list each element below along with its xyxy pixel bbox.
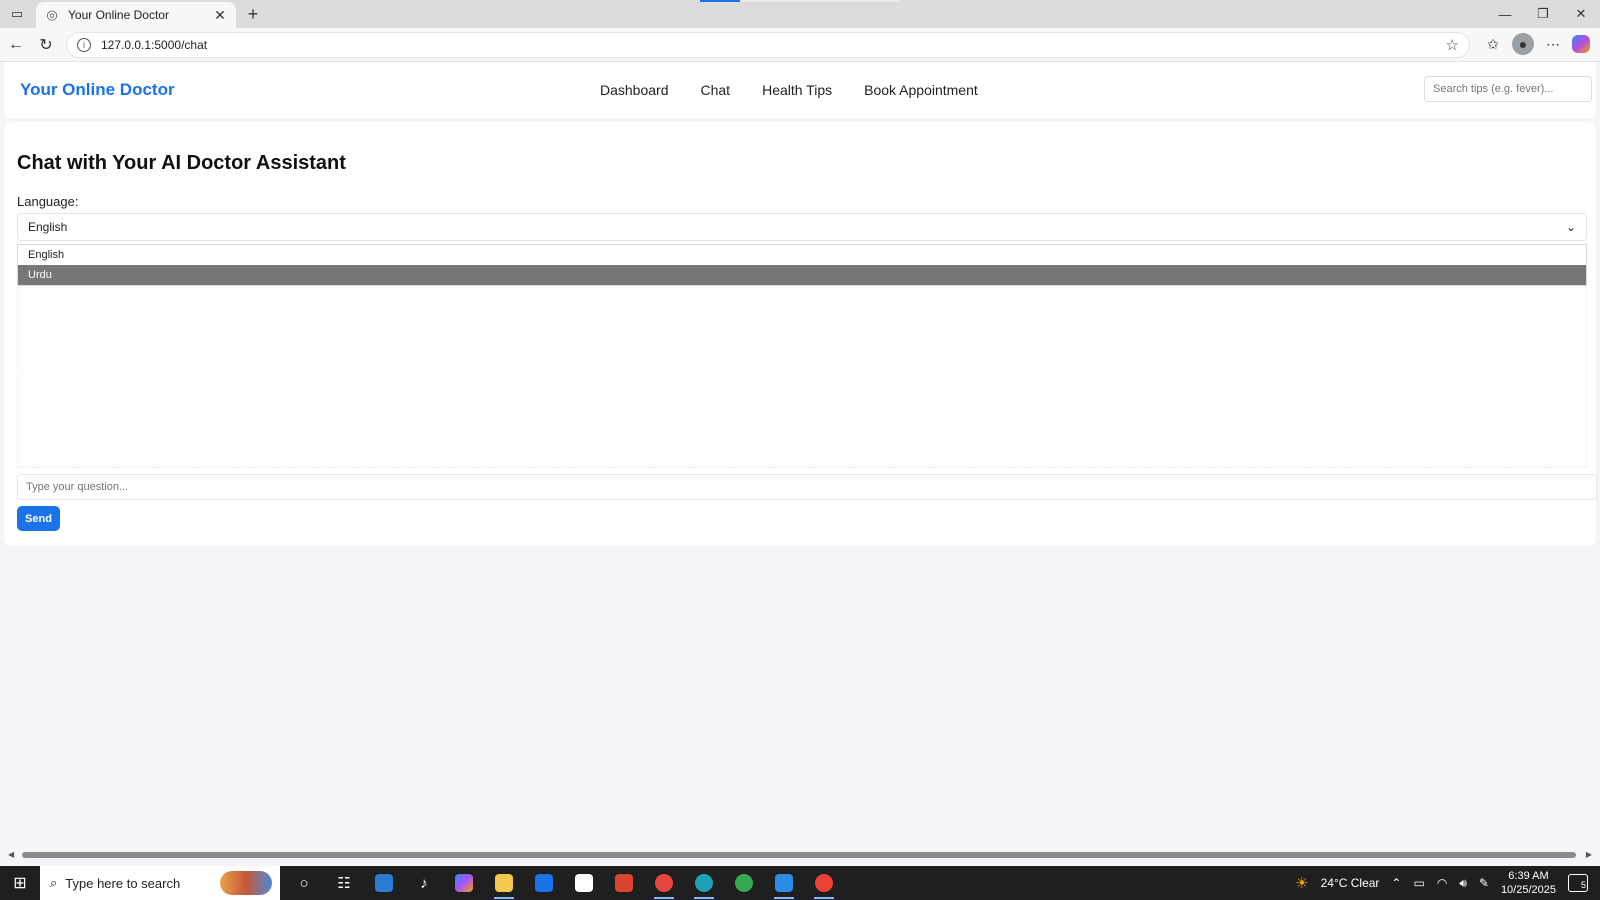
site-info-icon[interactable]: i — [77, 38, 91, 52]
notification-icon[interactable]: 5 — [1568, 874, 1588, 892]
more-menu-icon[interactable]: ⋯ — [1542, 33, 1564, 55]
tab-actions-icon[interactable]: ▭ — [8, 5, 26, 23]
clock-date: 10/25/2025 — [1500, 884, 1556, 896]
favorites-icon[interactable]: ✩ — [1482, 33, 1504, 55]
loading-bar — [700, 0, 900, 2]
nav-dashboard[interactable]: Dashboard — [600, 82, 669, 98]
window-controls: — ❐ ✕ — [1486, 0, 1600, 28]
chrome-icon[interactable] — [724, 866, 764, 900]
page-viewport: Your Online Doctor Dashboard Chat Health… — [0, 62, 1600, 860]
url-field[interactable]: i 127.0.0.1:5000/chat ☆ — [66, 32, 1470, 58]
chrome-alt-icon[interactable] — [804, 866, 844, 900]
nav-health-tips[interactable]: Health Tips — [762, 82, 832, 98]
search-input[interactable] — [1424, 76, 1592, 102]
browser-toolbar-icons: ✩ ● ⋯ — [1482, 33, 1590, 55]
taskbar-apps: ○ ☷ ♪ — [284, 866, 844, 900]
chat-card: Chat with Your AI Doctor Assistant Langu… — [4, 122, 1597, 546]
url-text: 127.0.0.1:5000/chat — [101, 38, 208, 52]
weather-icon[interactable]: ☀ — [1295, 874, 1308, 892]
page-title: Chat with Your AI Doctor Assistant — [17, 152, 346, 174]
question-input[interactable] — [17, 474, 1597, 500]
language-select[interactable]: English ⌄ — [17, 213, 1587, 241]
taskbar: ⊞ ⌕ Type here to search ○ ☷ ♪ ☀ 24°C Cle… — [0, 866, 1600, 900]
language-option-urdu[interactable]: Urdu — [18, 265, 1586, 285]
site-header: Your Online Doctor Dashboard Chat Health… — [4, 62, 1596, 118]
nav-chat[interactable]: Chat — [701, 82, 731, 98]
copilot-icon[interactable] — [1572, 35, 1590, 53]
network-icon[interactable]: ◠ — [1437, 876, 1447, 890]
task-view-icon[interactable]: ☷ — [324, 866, 364, 900]
search-icon: ⌕ — [50, 875, 58, 890]
brand-logo[interactable]: Your Online Doctor — [20, 80, 175, 100]
nav-book-appointment[interactable]: Book Appointment — [864, 82, 978, 98]
scroll-right-icon[interactable]: ▶ — [1586, 850, 1592, 859]
search-highlight-image — [220, 871, 272, 895]
notification-count: 5 — [1580, 880, 1586, 890]
chevron-down-icon: ⌄ — [1565, 220, 1576, 234]
send-button[interactable]: Send — [17, 506, 60, 531]
windows-start-icon[interactable]: ⊞ — [0, 866, 40, 900]
taskbar-search[interactable]: ⌕ Type here to search — [40, 866, 280, 900]
edge-icon[interactable] — [684, 866, 724, 900]
file-explorer-icon[interactable] — [484, 866, 524, 900]
cortana-icon[interactable]: ○ — [284, 866, 324, 900]
weather-text[interactable]: 24°C Clear — [1321, 876, 1380, 890]
taskbar-search-placeholder: Type here to search — [65, 875, 181, 891]
bookmark-star-icon[interactable]: ☆ — [1446, 36, 1459, 54]
browser-tab[interactable]: ◎ Your Online Doctor ✕ — [36, 2, 236, 28]
language-selected-value: English — [28, 220, 68, 234]
main-nav: Dashboard Chat Health Tips Book Appointm… — [600, 82, 978, 98]
close-tab-icon[interactable]: ✕ — [212, 7, 228, 24]
capcut-icon[interactable] — [564, 866, 604, 900]
system-tray: ☀ 24°C Clear ⌃ ▭ ◠ 🔊︎ ✎ 6:39 AM 10/25/20… — [1295, 869, 1600, 897]
back-icon[interactable]: ← — [6, 35, 26, 55]
tab-title: Your Online Doctor — [68, 8, 169, 22]
vscode-icon[interactable] — [764, 866, 804, 900]
browser-tab-bar: ▭ ◎ Your Online Doctor ✕ + — ❐ ✕ — [0, 0, 1600, 28]
chrome-profile-icon[interactable] — [644, 866, 684, 900]
restore-icon[interactable]: ❐ — [1524, 0, 1562, 28]
scroll-left-icon[interactable]: ◀ — [8, 850, 14, 859]
chevron-up-icon[interactable]: ⌃ — [1391, 876, 1401, 890]
clock-time: 6:39 AM — [1508, 870, 1549, 882]
horizontal-scrollbar[interactable]: ◀ ▶ — [0, 850, 1600, 860]
meet-icon[interactable]: ▭ — [1413, 876, 1424, 890]
language-option-english[interactable]: English — [18, 245, 1586, 265]
language-label: Language: — [17, 194, 79, 209]
reload-icon[interactable]: ↻ — [36, 35, 56, 55]
close-window-icon[interactable]: ✕ — [1562, 0, 1600, 28]
language-dropdown-list: English Urdu — [17, 244, 1587, 286]
globe-icon: ◎ — [46, 7, 58, 22]
pen-icon[interactable]: ✎ — [1479, 876, 1489, 890]
outlook-icon[interactable] — [524, 866, 564, 900]
office-icon[interactable] — [604, 866, 644, 900]
store-icon[interactable] — [364, 866, 404, 900]
tiktok-icon[interactable]: ♪ — [404, 866, 444, 900]
profile-avatar-icon[interactable]: ● — [1512, 33, 1534, 55]
chat-messages-area — [17, 286, 1587, 468]
scrollbar-thumb[interactable] — [22, 852, 1576, 858]
minimize-icon[interactable]: — — [1486, 0, 1524, 28]
system-clock[interactable]: 6:39 AM 10/25/2025 — [1501, 869, 1556, 897]
new-tab-icon[interactable]: + — [242, 3, 264, 25]
address-bar: ← ↻ i 127.0.0.1:5000/chat ☆ ✩ ● ⋯ — [0, 28, 1600, 62]
copilot-app-icon[interactable] — [444, 866, 484, 900]
volume-icon[interactable]: 🔊︎ — [1459, 876, 1467, 891]
